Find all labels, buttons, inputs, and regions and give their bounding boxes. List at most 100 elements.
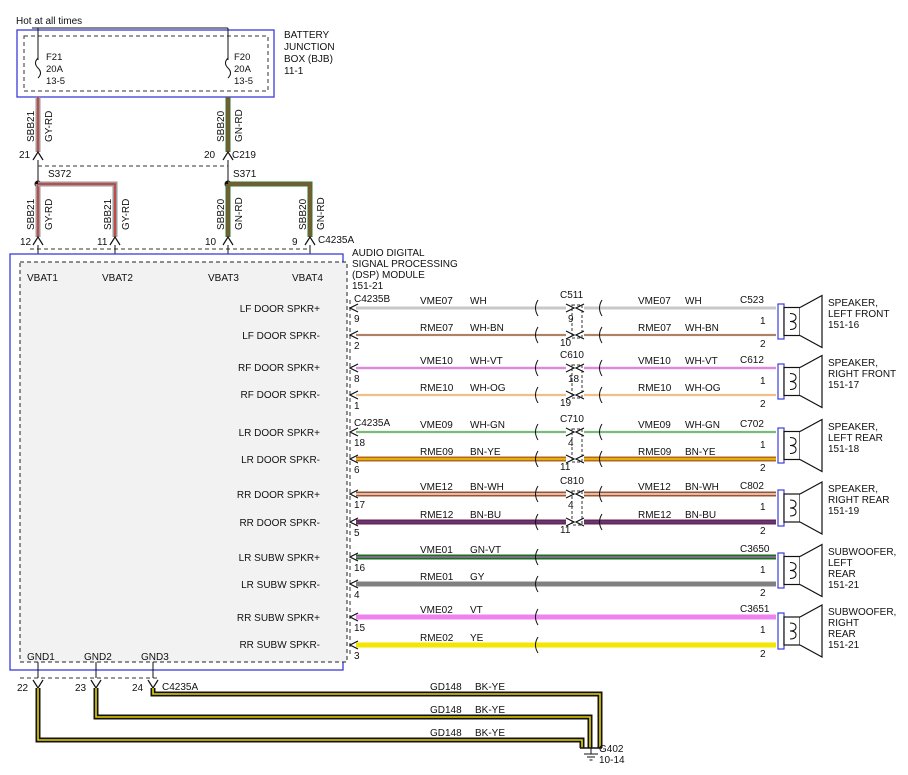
pin-10-icon xyxy=(222,235,234,246)
speaker-connector-icon xyxy=(777,552,785,589)
wire-color-label: BN-YE xyxy=(685,447,716,458)
wire-color-label: BN-YE xyxy=(470,447,501,458)
speaker-name-line: RIGHT xyxy=(828,618,859,629)
speaker-cone-icon xyxy=(799,354,823,409)
bjb-title-4: 11-1 xyxy=(284,66,304,77)
speaker-name-line: 151-19 xyxy=(828,506,860,517)
out-rrsub-minus: RR SUBW SPKR- xyxy=(239,640,320,651)
out-rr-plus: RR DOOR SPKR+ xyxy=(237,490,320,501)
speaker-cone-icon xyxy=(799,294,823,349)
splice-s371-label: S371 xyxy=(233,169,257,180)
lower-w3-color: GN-RD xyxy=(234,197,245,230)
splice-s372-label: S372 xyxy=(48,169,72,180)
pin-22-icon xyxy=(32,679,44,690)
fuse-f21-rating: 20A xyxy=(46,64,64,75)
fuse-f20-rating: 20A xyxy=(234,64,252,75)
inline-connector-label: C710 xyxy=(560,414,584,425)
inline-pin-label: 10 xyxy=(560,338,572,349)
pin-11-icon xyxy=(109,235,121,246)
wire-circuit-label: VME10 xyxy=(420,356,453,367)
vbat1-label: VBAT1 xyxy=(27,273,58,284)
out-rf-minus: RF DOOR SPKR- xyxy=(241,390,320,401)
speaker-name-line: 151-21 xyxy=(828,640,860,651)
wire-circuit-label: RME12 xyxy=(420,510,454,521)
c219-pin-21: 21 xyxy=(19,150,31,161)
wire-circuit-label: RME01 xyxy=(420,572,454,583)
wire-color-label: BN-WH xyxy=(470,482,504,493)
c219-label: C219 xyxy=(232,150,256,161)
pin-9-label: 9 xyxy=(292,237,298,248)
speaker-pin-label: 2 xyxy=(760,588,766,599)
inline-pin-label: 11 xyxy=(560,525,571,536)
out-lr-plus: LR DOOR SPKR+ xyxy=(239,428,321,439)
vbat2-label: VBAT2 xyxy=(102,273,133,284)
speaker-name-line: SPEAKER, xyxy=(828,422,878,433)
speaker-pin-label: 1 xyxy=(760,565,766,576)
speaker-name-line: REAR xyxy=(828,629,856,640)
out-lf-minus: LF DOOR SPKR- xyxy=(242,331,320,342)
module-pin-label: 3 xyxy=(354,651,360,662)
speaker-pin-label: 1 xyxy=(760,316,766,327)
wire-circuit-label: RME07 xyxy=(420,323,454,334)
wire-circuit-label: VME02 xyxy=(420,605,453,616)
wire-color-label: WH-BN xyxy=(470,323,504,334)
c219-pin-21-icon xyxy=(32,150,44,161)
inline-pin-label: 9 xyxy=(568,314,574,325)
inline-pin-label: 4 xyxy=(568,500,574,511)
module-pin-label: 15 xyxy=(354,623,366,634)
wire-circuit-label: VME12 xyxy=(638,482,671,493)
wire-color-label: BN-BU xyxy=(470,510,501,521)
speaker-pin-label: 2 xyxy=(760,649,766,660)
wire-circuit-label: VME09 xyxy=(638,420,671,431)
module-connector-label: C4235B xyxy=(354,294,390,305)
hot-label: Hot at all times xyxy=(16,16,82,27)
out-lrsub-minus: LR SUBW SPKR- xyxy=(241,580,320,591)
speaker-connector-label: C523 xyxy=(740,295,764,306)
wire-color-label: WH-GN xyxy=(470,420,505,431)
gd-a-color: BK-YE xyxy=(475,682,505,693)
speaker-pin-label: 1 xyxy=(760,625,766,636)
wire-circuit-label: RME02 xyxy=(420,633,454,644)
module-pin-label: 8 xyxy=(354,374,360,385)
wire-circuit-label: VME10 xyxy=(638,356,671,367)
speaker-connector-label: C3651 xyxy=(740,604,770,615)
speaker-pin-label: 2 xyxy=(760,339,766,350)
module-pin-label: 1 xyxy=(354,401,360,412)
module-pin-label: 6 xyxy=(354,465,360,476)
pin-12-label: 12 xyxy=(20,237,32,248)
module-title-4: 151-21 xyxy=(352,281,384,292)
fuse-f20-name: F20 xyxy=(234,52,250,63)
wire-color-label: VT xyxy=(470,605,483,616)
ground-conn-label: C4235A xyxy=(162,682,198,693)
inline-connector-label: C511 xyxy=(560,290,584,301)
module-pin-label: 4 xyxy=(354,590,360,601)
wire-color-label: BN-WH xyxy=(685,482,719,493)
module-pin-label: 18 xyxy=(354,438,366,449)
pin-23-icon xyxy=(90,679,102,690)
speaker-name-line: 151-18 xyxy=(828,444,860,455)
speaker-name-line: REAR xyxy=(828,569,856,580)
fuse-f21-ref: 13-5 xyxy=(46,76,65,87)
speaker-connector-icon xyxy=(777,489,785,527)
gnd3-label: GND3 xyxy=(141,652,169,663)
wire-circuit-label: RME09 xyxy=(638,447,672,458)
speaker-connector-label: C612 xyxy=(740,355,764,366)
lower-w1-circuit: SBB21 xyxy=(26,198,37,230)
out-rrsub-plus: RR SUBW SPKR+ xyxy=(237,613,320,624)
wire-circuit-label: RME12 xyxy=(638,510,672,521)
module-title-1: AUDIO DIGITAL xyxy=(352,248,425,259)
module-connector-label: C4235A xyxy=(354,418,390,429)
out-rf-plus: RF DOOR SPKR+ xyxy=(238,363,320,374)
c4235a-top-label: C4235A xyxy=(318,235,354,246)
wire-circuit-label: VME12 xyxy=(420,482,453,493)
module-pin-label: 17 xyxy=(354,500,366,511)
gd-b-color: BK-YE xyxy=(475,705,505,716)
out-lrsub-plus: LR SUBW SPKR+ xyxy=(239,553,321,564)
wire-color-label: WH-VT xyxy=(685,356,718,367)
gd-b-circuit: GD148 xyxy=(430,705,462,716)
speaker-pin-label: 2 xyxy=(760,399,766,410)
wire-color-label: WH xyxy=(470,296,487,307)
speaker-name-line: LEFT xyxy=(828,558,852,569)
wire-circuit-label: VME01 xyxy=(420,545,453,556)
fuse-f21-name: F21 xyxy=(46,52,62,63)
